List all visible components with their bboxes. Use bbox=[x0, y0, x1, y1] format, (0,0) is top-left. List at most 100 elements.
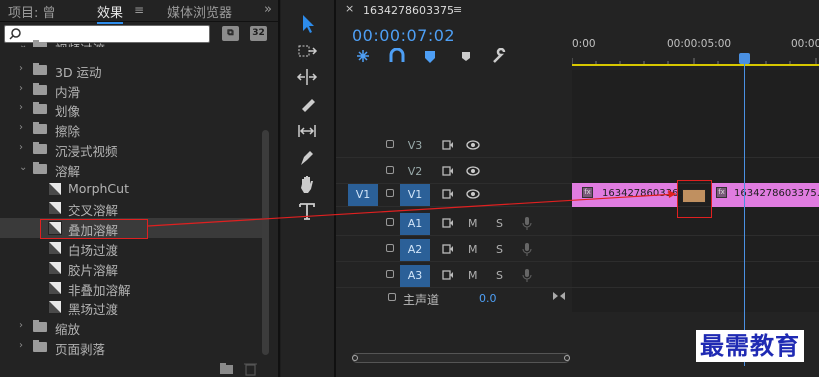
folder-item[interactable]: › 内滑 bbox=[0, 80, 262, 100]
solo-button[interactable]: S bbox=[496, 243, 503, 256]
timeline-menu-icon[interactable]: ≡ bbox=[453, 3, 462, 16]
ripple-edit-tool-icon[interactable] bbox=[296, 66, 318, 88]
folder-item[interactable]: › 沉浸式视频 bbox=[0, 139, 262, 159]
lock-icon[interactable] bbox=[386, 218, 394, 226]
effect-item[interactable]: 交叉溶解 bbox=[0, 198, 262, 218]
tab-media-browser[interactable]: 媒体浏览器 bbox=[167, 2, 232, 21]
effect-item[interactable]: 胶片溶解 bbox=[0, 258, 262, 278]
sync-lock-icon[interactable] bbox=[442, 165, 454, 177]
chevron-down-icon[interactable]: ⌄ bbox=[19, 162, 27, 173]
track-target[interactable]: A3 bbox=[400, 265, 430, 287]
effect-item[interactable]: 非叠加溶解 bbox=[0, 278, 262, 298]
microphone-icon[interactable] bbox=[522, 243, 532, 257]
solo-button[interactable]: S bbox=[496, 217, 503, 230]
mute-button[interactable]: M bbox=[468, 217, 478, 230]
effect-item[interactable]: 黑场过渡 bbox=[0, 297, 262, 317]
playhead-line[interactable] bbox=[744, 56, 745, 366]
eye-icon[interactable] bbox=[466, 139, 480, 151]
chevron-right-icon[interactable]: › bbox=[19, 102, 23, 113]
track-header: A3 M S bbox=[336, 265, 819, 288]
more-tabs-icon[interactable]: » bbox=[264, 2, 272, 17]
microphone-icon[interactable] bbox=[522, 269, 532, 283]
playhead-handle[interactable] bbox=[739, 53, 750, 64]
chevron-right-icon[interactable]: › bbox=[19, 340, 23, 351]
master-volume-value[interactable]: 0.0 bbox=[479, 292, 497, 305]
lock-icon[interactable] bbox=[386, 166, 394, 174]
sync-lock-icon[interactable] bbox=[442, 243, 454, 255]
sync-lock-icon[interactable] bbox=[442, 188, 454, 200]
chevron-right-icon[interactable]: › bbox=[19, 320, 23, 331]
lock-icon[interactable] bbox=[388, 293, 396, 301]
tab-effects[interactable]: 效果 bbox=[97, 2, 124, 24]
timecode-display[interactable]: 00:00:07:02 bbox=[352, 26, 455, 45]
sync-lock-icon[interactable] bbox=[442, 217, 454, 229]
horizontal-zoom-scrollbar[interactable] bbox=[352, 353, 570, 363]
chevron-right-icon[interactable]: › bbox=[19, 63, 23, 74]
lock-icon[interactable] bbox=[386, 140, 394, 148]
selection-tool-icon[interactable] bbox=[296, 12, 318, 34]
wrench-icon bbox=[493, 48, 506, 63]
zoom-handle-right[interactable] bbox=[564, 355, 570, 361]
folder-item[interactable]: › 擦除 bbox=[0, 119, 262, 139]
source-patch[interactable]: V1 bbox=[348, 184, 378, 206]
eye-icon[interactable] bbox=[466, 188, 480, 200]
folder-item[interactable]: › 3D 运动 bbox=[0, 60, 262, 80]
track-target[interactable]: A1 bbox=[400, 213, 430, 235]
mute-button[interactable]: M bbox=[468, 243, 478, 256]
track-target[interactable]: A2 bbox=[400, 239, 430, 261]
chevron-right-icon[interactable]: › bbox=[19, 122, 23, 133]
panel-menu-icon[interactable]: ≡ bbox=[134, 3, 144, 17]
sequence-tab[interactable]: 1634278603375 bbox=[363, 4, 454, 17]
folder-label: 视频过渡 bbox=[55, 39, 105, 47]
chevron-right-icon[interactable]: › bbox=[19, 83, 23, 94]
slip-tool-icon[interactable] bbox=[296, 120, 318, 142]
razor-tool-icon[interactable] bbox=[296, 93, 318, 115]
effect-item[interactable]: MorphCut bbox=[0, 179, 262, 199]
folder-label: 擦除 bbox=[55, 124, 81, 140]
video-clip[interactable]: fx 1634278603369.jp bbox=[572, 183, 697, 207]
transition-icon bbox=[48, 241, 62, 255]
track-header: V3 bbox=[336, 135, 819, 158]
effect-item[interactable]: 白场过渡 bbox=[0, 238, 262, 258]
sync-lock-icon[interactable] bbox=[442, 269, 454, 281]
transition-icon bbox=[48, 181, 62, 196]
track-select-tool-icon[interactable] bbox=[296, 40, 318, 62]
folder-item[interactable]: ⌄ 视频过渡 bbox=[0, 37, 262, 47]
pen-tool-icon[interactable] bbox=[296, 146, 318, 168]
microphone-icon[interactable] bbox=[522, 217, 532, 231]
folder-icon bbox=[33, 340, 47, 352]
type-tool-icon[interactable] bbox=[296, 200, 318, 222]
folder-item[interactable]: › 缩放 bbox=[0, 317, 262, 337]
lock-icon[interactable] bbox=[386, 189, 394, 197]
hand-tool-icon[interactable] bbox=[296, 173, 318, 195]
folder-item[interactable]: ⌄ 溶解 bbox=[0, 159, 262, 179]
close-icon[interactable]: × bbox=[345, 2, 354, 15]
zoom-handle-left[interactable] bbox=[352, 355, 358, 361]
video-clip[interactable]: fx 1634278603375.jp bbox=[712, 183, 819, 207]
scrollbar[interactable] bbox=[262, 130, 269, 355]
panel-bottom-icons bbox=[220, 363, 257, 376]
panel-divider[interactable] bbox=[278, 0, 280, 377]
chevron-down-icon[interactable]: ⌄ bbox=[19, 40, 27, 47]
linked-selection-icon bbox=[389, 48, 405, 62]
mute-button[interactable]: M bbox=[468, 269, 478, 282]
eye-icon[interactable] bbox=[466, 165, 480, 177]
track-separator bbox=[336, 157, 819, 158]
collapse-icon[interactable] bbox=[552, 291, 566, 301]
fx-badge: fx bbox=[582, 187, 593, 198]
folder-item[interactable]: › 页面剥落 bbox=[0, 337, 262, 357]
folder-icon bbox=[33, 102, 47, 115]
track-target[interactable]: V3 bbox=[400, 135, 430, 157]
tab-project[interactable]: 项目: 曾 bbox=[8, 2, 56, 21]
track-target[interactable]: V2 bbox=[400, 161, 430, 183]
track-target[interactable]: V1 bbox=[400, 184, 430, 206]
work-area-bar[interactable] bbox=[572, 64, 819, 66]
solo-button[interactable]: S bbox=[496, 269, 503, 282]
folder-icon bbox=[33, 161, 47, 174]
lock-icon[interactable] bbox=[386, 244, 394, 252]
folder-item[interactable]: › 划像 bbox=[0, 99, 262, 119]
sync-lock-icon[interactable] bbox=[442, 139, 454, 151]
chevron-right-icon[interactable]: › bbox=[19, 142, 23, 153]
ruler-ticks bbox=[572, 58, 817, 64]
lock-icon[interactable] bbox=[386, 270, 394, 278]
